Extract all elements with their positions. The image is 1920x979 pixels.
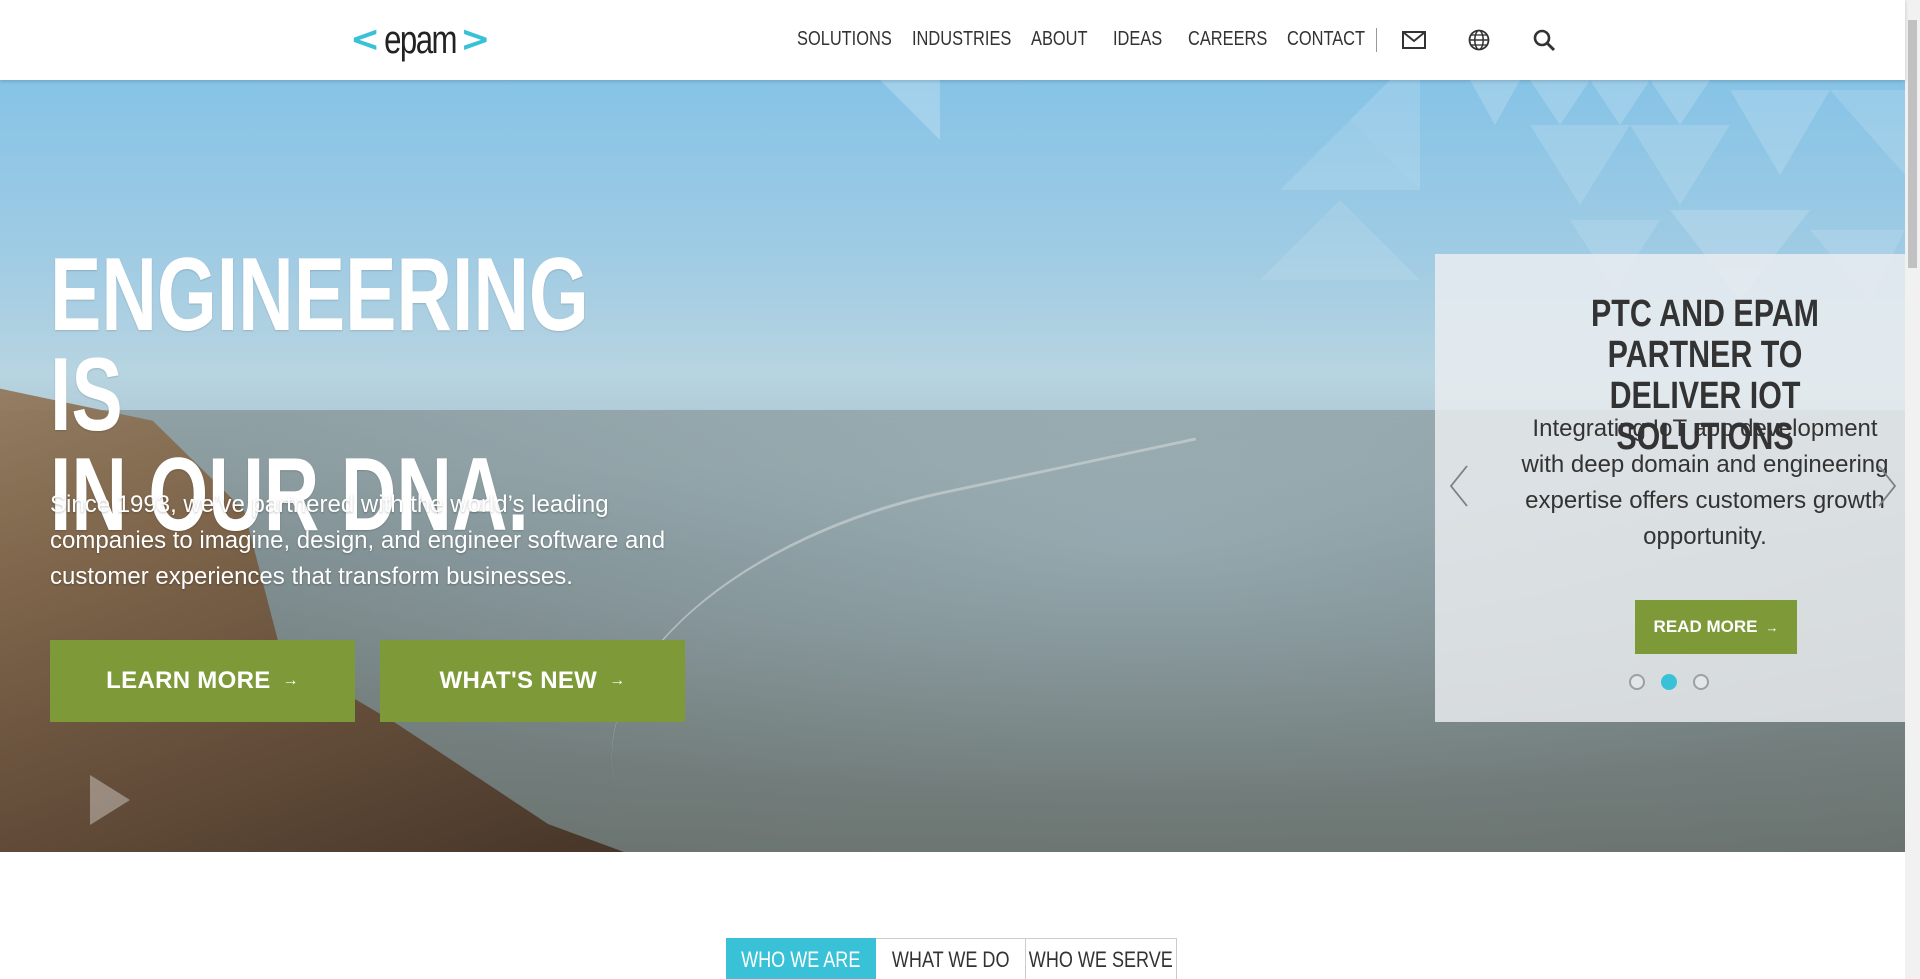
- globe-icon[interactable]: [1465, 26, 1493, 54]
- nav-about[interactable]: ABOUT: [1031, 28, 1088, 51]
- slider-next-arrow[interactable]: [1875, 464, 1899, 508]
- chevron-left-icon: [1449, 465, 1468, 507]
- news-slider-card: PTC AND EPAM PARTNER TO DELIVER IOT SOLU…: [1435, 254, 1905, 722]
- nav-solutions[interactable]: SOLUTIONS: [797, 28, 892, 51]
- tab-who-we-are-label: WHO WE ARE: [741, 947, 861, 972]
- scrollbar-thumb[interactable]: [1908, 20, 1917, 268]
- decorative-triangle-bottom: [90, 775, 130, 825]
- arrow-right-icon: →: [609, 672, 626, 689]
- slider-dot-3[interactable]: [1693, 674, 1709, 690]
- learn-more-label: LEARN MORE: [106, 667, 271, 694]
- slider-dot-1[interactable]: [1629, 674, 1645, 690]
- whats-new-button[interactable]: WHAT'S NEW →: [380, 640, 685, 722]
- hero-description: Since 1993, we’ve partnered with the wor…: [50, 491, 666, 590]
- logo-left-bracket: <: [350, 19, 381, 60]
- nav-industries[interactable]: INDUSTRIES: [912, 28, 1011, 51]
- site-header: < epam > SOLUTIONS INDUSTRIES ABOUT IDEA…: [0, 0, 1905, 80]
- mail-icon[interactable]: [1400, 26, 1428, 54]
- page-scrollbar[interactable]: [1905, 0, 1920, 979]
- tab-what-we-do-label: WHAT WE DO: [891, 947, 1010, 972]
- tab-who-we-serve-label: WHO WE SERVE: [1028, 947, 1174, 972]
- section-tabs: WHO WE ARE WHAT WE DO WHO WE SERVE: [726, 938, 1177, 979]
- nav-careers[interactable]: CAREERS: [1188, 28, 1267, 51]
- arrow-right-icon: →: [1765, 619, 1779, 635]
- slider-dot-2[interactable]: [1661, 674, 1677, 690]
- tab-what-we-do[interactable]: WHAT WE DO: [876, 938, 1026, 979]
- hero-banner: ENGINEERING IS IN OUR DNA. Since 1993, w…: [0, 80, 1905, 852]
- tab-who-we-are[interactable]: WHO WE ARE: [726, 938, 876, 979]
- hero-title-line-1: ENGINEERING IS: [50, 237, 589, 453]
- nav-contact[interactable]: CONTACT: [1287, 28, 1365, 51]
- search-icon[interactable]: [1530, 26, 1558, 54]
- arrow-right-icon: →: [282, 672, 299, 689]
- tab-who-we-serve[interactable]: WHO WE SERVE: [1026, 938, 1177, 979]
- learn-more-button[interactable]: LEARN MORE →: [50, 640, 355, 722]
- epam-logo[interactable]: < epam >: [350, 16, 490, 64]
- slider-pagination: [1629, 674, 1709, 690]
- slider-prev-arrow[interactable]: [1447, 464, 1471, 508]
- logo-wordmark: epam: [384, 18, 457, 62]
- read-more-button[interactable]: READ MORE →: [1635, 600, 1797, 654]
- chevron-right-icon: [1878, 465, 1897, 507]
- nav-divider: [1376, 28, 1377, 52]
- read-more-label: READ MORE: [1653, 617, 1758, 636]
- slide-description: Integrating IoT app development with dee…: [1521, 415, 1889, 550]
- nav-ideas[interactable]: IDEAS: [1113, 28, 1162, 51]
- whats-new-label: WHAT'S NEW: [439, 667, 598, 694]
- logo-right-bracket: >: [460, 19, 491, 60]
